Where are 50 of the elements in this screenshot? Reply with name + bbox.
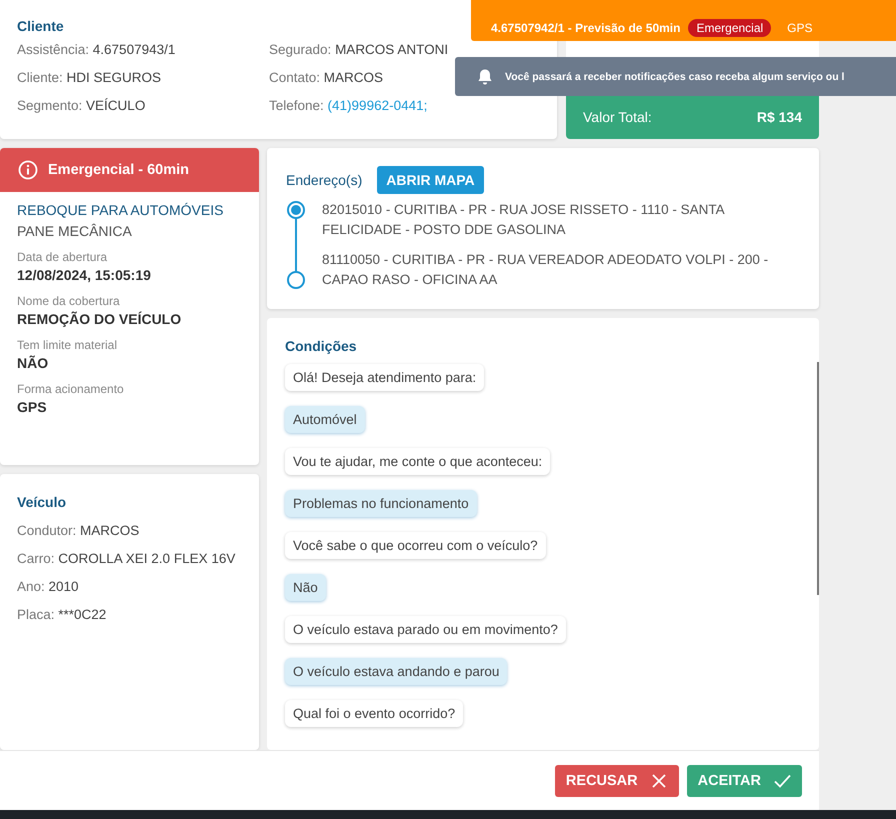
question-bubble: Vou te ajudar, me conte o que aconteceu:	[285, 448, 550, 475]
section-title: Veículo	[17, 494, 66, 510]
detail-label: Nome da cobertura	[17, 294, 121, 308]
section-title: Cliente	[17, 18, 64, 34]
field-text: Segmento: VEÍCULO	[17, 98, 146, 115]
field-text: Segurado: MARCOS ANTONI	[269, 42, 450, 59]
scrollbar[interactable]	[817, 362, 819, 595]
detail-label: Data de abertura	[17, 250, 108, 264]
field-text: Contato: MARCOS	[269, 70, 384, 87]
priority-badge: Emergencial	[688, 18, 772, 36]
field-label: Telefone:	[269, 98, 325, 113]
detail-value: NÃO	[17, 355, 50, 371]
bell-icon	[477, 68, 493, 85]
question-bubble: Olá! Deseja atendimento para:	[285, 364, 484, 391]
notice-text: Você passará a receber notificações caso receba algum serviço ou l	[505, 70, 844, 82]
total-label: Valor Total:	[583, 109, 652, 125]
accept-button[interactable]: ACEITAR	[686, 764, 802, 796]
field-text: Placa: ***0C22	[17, 606, 108, 624]
close-icon	[650, 772, 668, 790]
address-text: 81110050 - CURITIBA - PR - RUA VEREADOR ADEODATO VOLPI - 200 - CAPAO RASO - OFICINA AA	[322, 251, 770, 289]
address-text: 82015010 - CURITIBA - PR - RUA JOSE RISSETO - 1110 - SANTA FELICIDADE - POSTO DDE GASOLINA	[322, 201, 726, 239]
field-text: Condutor: MARCOS	[17, 522, 140, 540]
detail-value: 12/08/2024, 15:05:19	[17, 267, 152, 283]
answer-bubble: Automóvel	[285, 406, 365, 433]
reject-button[interactable]: RECUSAR	[554, 764, 679, 796]
detail-value: REMOÇÃO DO VEÍCULO	[17, 311, 182, 327]
detail-value: GPS	[17, 399, 48, 415]
detail-label: Tem limite material	[17, 338, 118, 352]
priority-text: Emergencial - 60min	[48, 162, 190, 178]
phone-link[interactable]: (41)99962-0441;	[328, 98, 428, 113]
section-title: Condições	[285, 338, 357, 354]
question-bubble: O veículo estava parado ou em movimento?	[285, 616, 566, 643]
open-map-button[interactable]: ABRIR MAPA	[377, 166, 484, 194]
question-bubble: Você sabe o que ocorreu com o veículo?	[285, 532, 546, 559]
field-text: Carro: COROLLA XEI 2.0 FLEX 16V	[17, 550, 236, 568]
field-text: Ano: 2010	[17, 578, 80, 596]
toast-subtitle: 4.67507942/1 - Previsão de 50min	[491, 20, 680, 34]
answer-bubble: O veículo estava andando e parou	[285, 658, 508, 685]
service-reason: PANE MECÂNICA	[17, 223, 133, 239]
trigger-label: GPS	[787, 20, 813, 34]
question-bubble: Qual foi o evento ocorrido?	[285, 700, 464, 727]
answer-bubble: Não	[285, 574, 326, 601]
section-title: Endereço(s)	[286, 172, 362, 188]
service-name: REBOQUE PARA AUTOMÓVEIS	[17, 202, 224, 218]
info-icon	[18, 160, 38, 180]
field-text: Cliente: HDI SEGUROS	[17, 70, 162, 87]
answer-bubble: Problemas no funcionamento	[285, 490, 477, 517]
detail-label: Forma acionamento	[17, 382, 125, 396]
total-value: R$ 134	[756, 109, 802, 125]
field-text: Assistência: 4.67507943/1	[17, 42, 176, 59]
